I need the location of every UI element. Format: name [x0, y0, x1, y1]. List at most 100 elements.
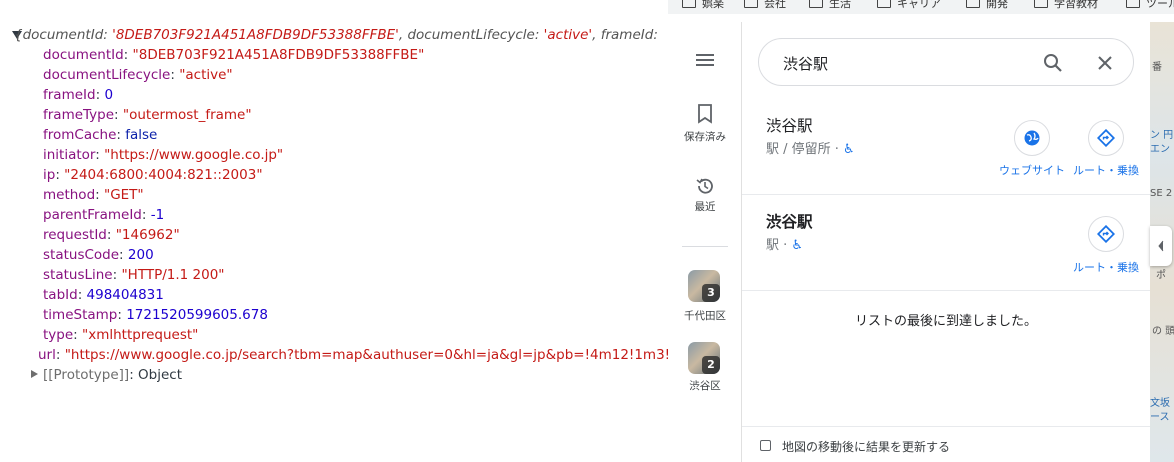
folder-icon [744, 0, 758, 8]
property-key: tabId [43, 287, 78, 303]
chevron-left-icon [1158, 240, 1164, 252]
property-row[interactable]: frameId: 0 [43, 85, 113, 105]
directions-label[interactable]: ルート・乗換 [1064, 259, 1148, 275]
property-key: method [43, 187, 96, 203]
property-value: "xmlhttprequest" [82, 327, 199, 343]
folder-icon [682, 0, 696, 8]
property-value: "https://www.google.co.jp/search?tbm=map… [64, 347, 668, 363]
property-row[interactable]: fromCache: false [43, 125, 157, 145]
property-key: requestId [43, 227, 107, 243]
result-subtitle: 駅 / 停留所 · ♿ [766, 142, 855, 157]
property-value: "146962" [115, 227, 180, 243]
property-row[interactable]: initiator: "https://www.google.co.jp" [43, 145, 283, 165]
property-key: type [43, 327, 74, 343]
close-icon[interactable] [1097, 55, 1113, 71]
bookmark-folder[interactable]: キャリア [877, 0, 941, 11]
result-title[interactable]: 渋谷駅 [766, 114, 813, 136]
prototype-row[interactable]: [[Prototype]]: Object [43, 365, 182, 385]
rail-recent[interactable]: 最近 [668, 176, 742, 214]
bookmark-icon [698, 104, 712, 124]
rail-divider [682, 246, 728, 247]
property-row[interactable]: url: "https://www.google.co.jp/search?tb… [38, 345, 668, 365]
property-key: timeStamp [43, 307, 118, 323]
place-count-badge: 2 [702, 356, 720, 374]
search-icon[interactable] [1043, 53, 1063, 73]
map-label: ポ [1156, 270, 1166, 281]
map-label: の 頭 [1152, 326, 1174, 337]
property-row[interactable]: parentFrameId: -1 [43, 205, 164, 225]
property-key: frameId [43, 87, 96, 103]
property-value: "HTTP/1.1 200" [121, 267, 225, 283]
result-title[interactable]: 渋谷駅 [766, 210, 813, 232]
footer-divider [742, 426, 1150, 427]
property-row[interactable]: documentLifecycle: "active" [43, 65, 233, 85]
bookmark-folder[interactable]: 開発 [966, 0, 1008, 11]
property-value: false [125, 127, 158, 143]
search-input[interactable]: 渋谷駅 [783, 53, 828, 74]
property-value: "https://www.google.co.jp" [104, 147, 284, 163]
update-results-label[interactable]: 地図の移動後に結果を更新する [782, 438, 950, 455]
result-divider [742, 290, 1150, 291]
property-value: "outermost_frame" [122, 107, 252, 123]
map-label: エン [1150, 144, 1170, 155]
wheelchair-icon: ♿ [791, 238, 804, 253]
collapse-triangle-icon[interactable] [31, 370, 38, 378]
property-row[interactable]: ip: "2404:6800:4004:821::2003" [43, 165, 263, 185]
directions-label[interactable]: ルート・乗換 [1064, 162, 1148, 178]
menu-button[interactable] [668, 52, 742, 71]
website-button[interactable] [1014, 120, 1050, 156]
rail-place-label: 千代田区 [684, 310, 726, 322]
bookmark-folder[interactable]: 生活 [809, 0, 851, 11]
folder-icon [877, 0, 891, 8]
property-row[interactable]: tabId: 498404831 [43, 285, 164, 305]
property-value: "2404:6800:4004:821::2003" [64, 167, 263, 183]
directions-icon [1097, 225, 1115, 243]
folder-icon [809, 0, 823, 8]
property-row[interactable]: timeStamp: 1721520599605.678 [43, 305, 268, 325]
maps-side-rail: 保存済み 最近 3 千代田区 2 渋谷区 [668, 22, 742, 462]
rail-saved[interactable]: 保存済み [668, 104, 742, 144]
property-row[interactable]: statusLine: "HTTP/1.1 200" [43, 265, 225, 285]
property-key: documentLifecycle [43, 67, 171, 83]
folder-icon [1126, 0, 1140, 8]
wheelchair-icon: ♿ [843, 142, 855, 157]
result-subtitle: 駅 · ♿ [766, 238, 804, 253]
bookmark-folder[interactable]: 娯楽 [682, 0, 724, 11]
map-label: ース [1150, 412, 1170, 423]
object-summary[interactable]: {documentId: '8DEB703F921A451A8FDB9DF533… [14, 25, 658, 45]
list-end-message: リストの最後に到達しました。 [854, 314, 1037, 329]
property-row[interactable]: type: "xmlhttprequest" [43, 325, 198, 345]
bookmark-folder[interactable]: 会社 [744, 0, 786, 11]
devtools-console: {documentId: '8DEB703F921A451A8FDB9DF533… [0, 0, 668, 462]
prototype-key: [[Prototype]] [43, 367, 130, 383]
property-value: "active" [179, 67, 233, 83]
place-thumbnail: 2 [688, 342, 720, 374]
property-row[interactable]: frameType: "outermost_frame" [43, 105, 252, 125]
property-row[interactable]: requestId: "146962" [43, 225, 180, 245]
map-label: SE 2 [1150, 188, 1173, 199]
collapse-panel-button[interactable] [1150, 226, 1172, 266]
place-count-badge: 3 [702, 284, 720, 302]
property-key: statusCode [43, 247, 120, 263]
directions-icon [1097, 129, 1115, 147]
property-key: fromCache [43, 127, 117, 143]
bookmark-folder[interactable]: ツール [1126, 0, 1174, 11]
property-key: statusLine [43, 267, 113, 283]
property-value: 200 [127, 247, 154, 263]
map-label: 文坂 [1150, 398, 1170, 409]
directions-button[interactable] [1088, 120, 1124, 156]
summary-key: frameId [600, 27, 654, 43]
rail-recent-label: 最近 [694, 201, 716, 213]
property-value: 1721520599605.678 [126, 307, 268, 323]
search-box[interactable]: 渋谷駅 [758, 38, 1134, 86]
property-row[interactable]: method: "GET" [43, 185, 144, 205]
property-row[interactable]: documentId: "8DEB703F921A451A8FDB9DF5338… [43, 45, 424, 65]
update-results-checkbox[interactable] [760, 440, 771, 451]
property-row[interactable]: statusCode: 200 [43, 245, 154, 265]
summary-key: documentId [22, 27, 104, 43]
bookmark-folder[interactable]: 学習教材 [1034, 0, 1098, 11]
website-label[interactable]: ウェブサイト [990, 162, 1074, 178]
globe-icon [1024, 130, 1040, 146]
property-value: "GET" [103, 187, 144, 203]
directions-button[interactable] [1088, 216, 1124, 252]
